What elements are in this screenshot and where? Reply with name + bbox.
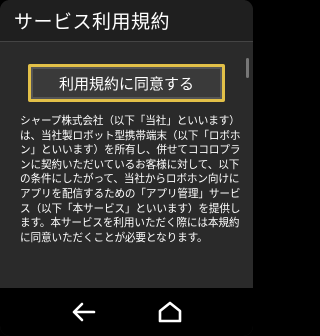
back-button[interactable] <box>63 292 103 332</box>
navigation-bar <box>0 288 253 336</box>
terms-text: シャープ株式会社（以下「当社」といいます）は、当社製ロボット型携帯端末（以下「ロ… <box>20 115 241 244</box>
page-title: サービス利用規約 <box>14 11 171 33</box>
title-bar: サービス利用規約 <box>0 0 253 42</box>
scrollbar[interactable] <box>246 58 249 78</box>
screen: サービス利用規約 利用規約に同意する シャープ株式会社（以下「当社」といいます）… <box>0 0 253 336</box>
home-icon <box>158 301 182 323</box>
home-button[interactable] <box>150 292 190 332</box>
agree-terms-button[interactable]: 利用規約に同意する <box>28 64 225 102</box>
terms-content[interactable]: 利用規約に同意する シャープ株式会社（以下「当社」といいます）は、当社製ロボット… <box>0 42 253 288</box>
back-arrow-icon <box>72 302 96 322</box>
